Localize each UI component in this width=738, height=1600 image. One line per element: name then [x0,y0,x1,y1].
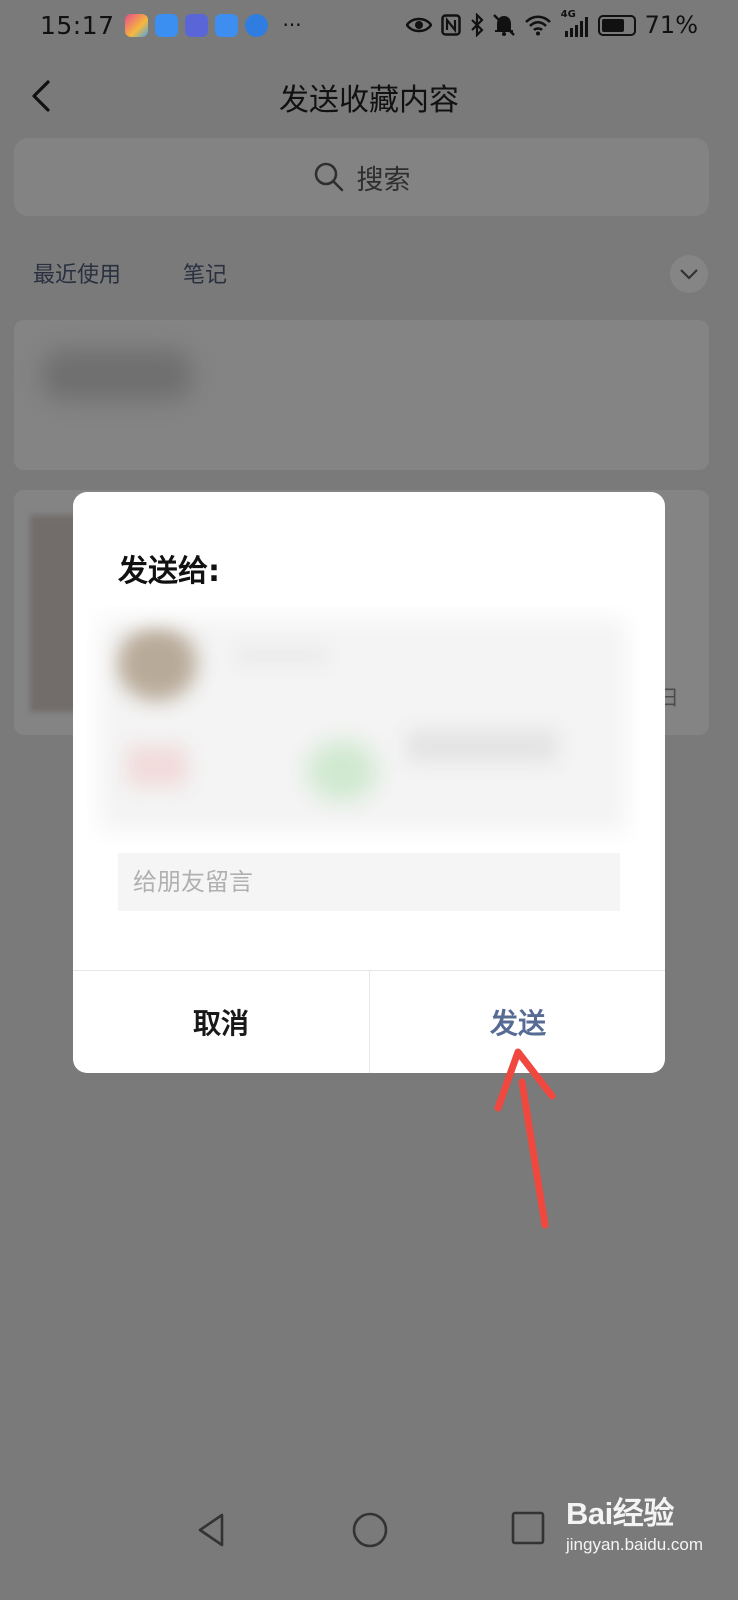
search-bar[interactable]: 搜索 [14,138,709,216]
eye-icon [405,17,432,33]
preview-fade [87,606,639,844]
send-dialog: 发送给: 取消 发送 [73,492,665,1073]
watermark-logo: Bai经验 [566,1496,674,1531]
nav-back-icon[interactable] [192,1510,232,1550]
baidu-watermark: Bai经验 jingyan.baidu.com [566,1488,738,1560]
nav-recents-icon[interactable] [510,1510,546,1546]
signal-icon: 4G [561,9,589,37]
battery-icon [597,14,636,36]
message-input[interactable] [118,853,620,911]
chevron-down-icon [680,269,698,280]
search-icon [314,162,343,192]
watermark-url: jingyan.baidu.com [566,1535,704,1554]
dialog-title: 发送给: [118,554,220,589]
search-label: 搜索 [356,164,411,196]
status-time: 15:17 [40,10,115,40]
music-app-icon [184,13,208,37]
nav-home-icon[interactable] [350,1510,390,1550]
page-title: 发送收藏内容 [279,83,459,118]
cloud-app-icon [214,13,238,37]
nfc-icon [440,14,461,36]
expand-categories-button[interactable] [670,255,708,293]
system-icons: 4G 71% [405,9,698,39]
wifi-icon [524,15,551,36]
tab-recent[interactable]: 最近使用 [33,257,121,289]
bluetooth-icon [470,13,484,37]
notification-icons: ··· [124,13,302,37]
nav-bar: 发送收藏内容 [0,62,738,132]
blurred-content [42,350,192,400]
bell-muted-icon [492,14,515,36]
gallery-app-icon [124,13,148,37]
cancel-button[interactable]: 取消 [73,971,369,1073]
annotation-arrow-icon [494,1048,556,1229]
browser-app-icon [244,13,268,37]
battery-percentage: 71% [644,11,698,39]
back-arrow-icon[interactable] [22,76,62,116]
status-bar: 15:17 ··· 4G 71% [0,0,738,50]
recipient-preview [87,606,639,844]
weather-app-icon [154,13,178,37]
favorite-item-card[interactable] [14,320,709,470]
more-notifications-indicator: ··· [282,13,302,37]
tab-notes[interactable]: 笔记 [183,257,227,289]
category-tabs: 最近使用 笔记 [0,245,738,300]
